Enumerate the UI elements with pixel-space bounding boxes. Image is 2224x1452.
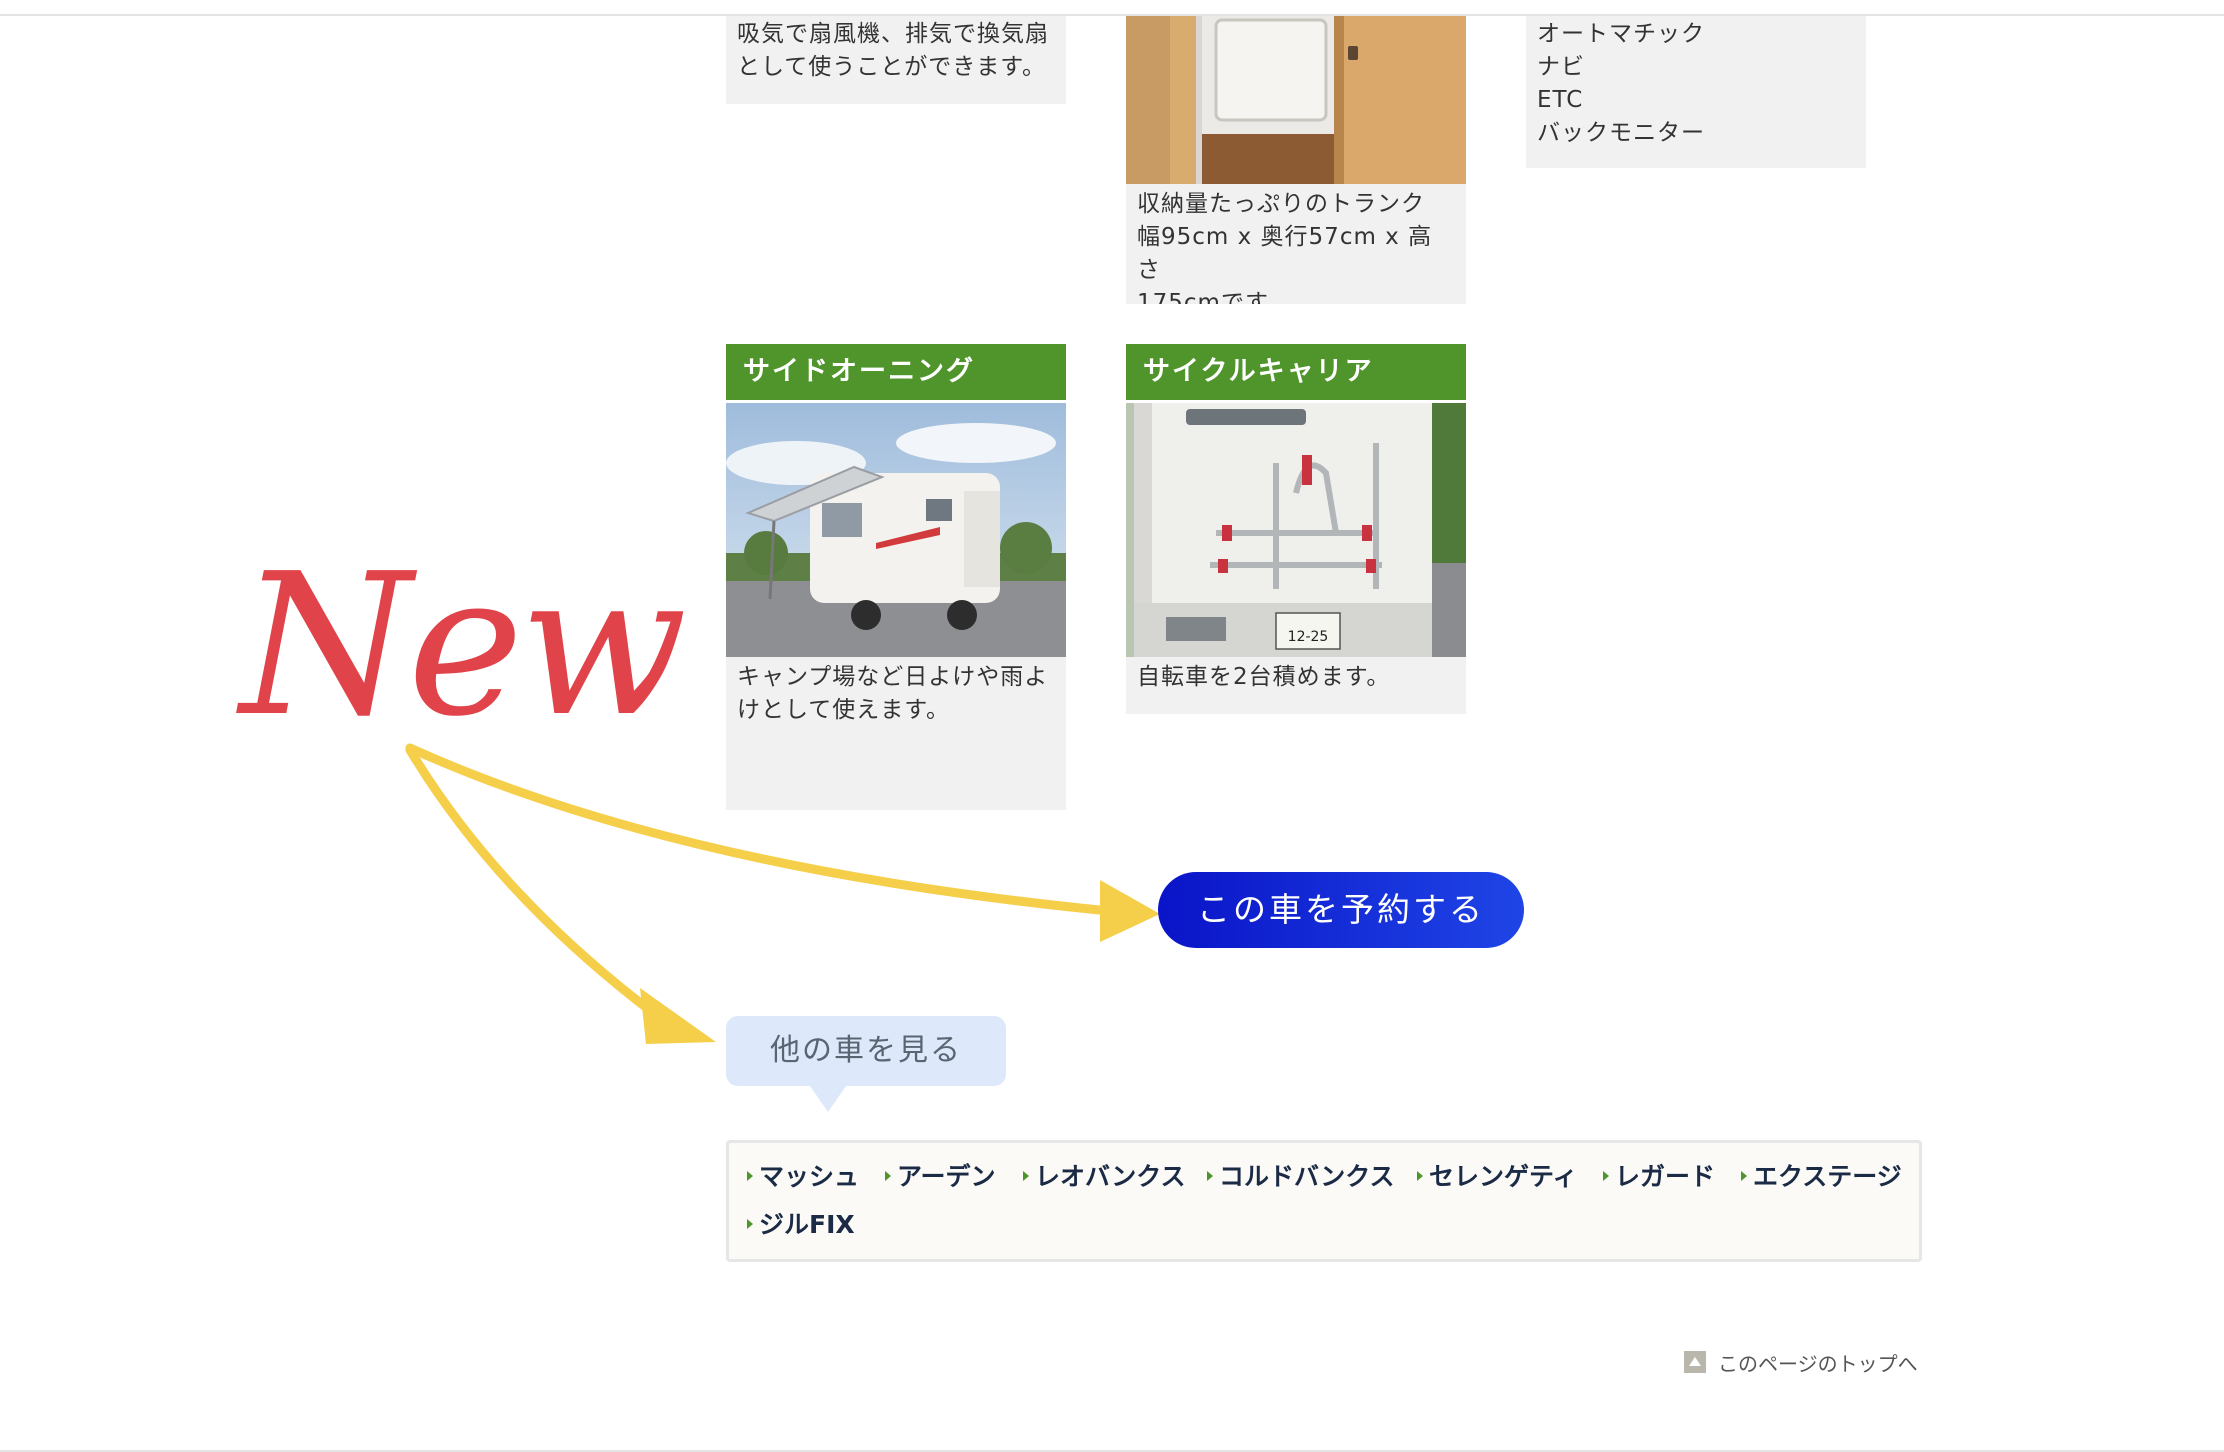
- feature-card-fan: 吸気で扇風機、排気で換気扇 として使うことができます。: [726, 16, 1066, 104]
- bullet-triangle-icon: [747, 1171, 753, 1181]
- equipment-list: オートマチック ナビ ETC バックモニター: [1537, 21, 1705, 146]
- top-divider: [0, 14, 2224, 16]
- cycle-carrier-photo: 12-25: [1126, 403, 1466, 657]
- feature-card-description: キャンプ場など日よけや雨よ けとして使えます。: [737, 664, 1049, 723]
- car-link-arden[interactable]: アーデン: [885, 1157, 996, 1193]
- page: 吸気で扇風機、排気で換気扇 として使うことができます。 収納量たっぷりのトランク…: [0, 0, 2224, 1452]
- bullet-triangle-icon: [1603, 1171, 1609, 1181]
- car-link-serengeti[interactable]: セレンゲティ: [1417, 1157, 1578, 1193]
- equipment-card: オートマチック ナビ ETC バックモニター: [1526, 16, 1866, 168]
- page-top-label: このページのトップへ: [1718, 1351, 1918, 1376]
- feature-card-description: 収納量たっぷりのトランク 幅95cm x 奥行57cm x 高さ 175cmです…: [1137, 191, 1433, 304]
- bullet-triangle-icon: [1023, 1171, 1029, 1181]
- feature-card-awning: サイドオーニング キャンプ場など日よけや雨よ けとして使えます。: [726, 344, 1066, 810]
- car-link-exstage[interactable]: エクステージ: [1741, 1157, 1902, 1193]
- car-link-mash[interactable]: マッシュ: [747, 1157, 859, 1193]
- car-link-leo-bunks[interactable]: レオバンクス: [1023, 1157, 1186, 1193]
- bullet-triangle-icon: [1417, 1171, 1423, 1181]
- arrow-head-to-other-cars-icon: [640, 988, 716, 1044]
- other-cars-tab[interactable]: 他の車を見る: [726, 1016, 1006, 1112]
- feature-card-cycle-carrier: サイクルキャリア 12-25 自転車を2台積めます。: [1126, 344, 1466, 714]
- feature-card-trunk: 収納量たっぷりのトランク 幅95cm x 奥行57cm x 高さ 175cmです…: [1126, 16, 1466, 304]
- other-cars-list: マッシュ アーデン レオバンクス コルドバンクス セレンゲティ レガード エクス…: [726, 1140, 1922, 1262]
- annotation-new-label: New: [240, 532, 687, 760]
- page-top-link[interactable]: このページのトップへ: [1684, 1348, 1918, 1376]
- trunk-photo: [1126, 16, 1466, 184]
- feature-card-title: サイクルキャリア: [1126, 344, 1466, 403]
- bullet-triangle-icon: [1741, 1171, 1747, 1181]
- feature-card-title: サイドオーニング: [726, 344, 1066, 403]
- feature-card-description: 自転車を2台積めます。: [1137, 664, 1391, 690]
- arrow-head-to-reserve-icon: [1100, 880, 1160, 942]
- reserve-car-button[interactable]: この車を予約する: [1158, 872, 1524, 948]
- bullet-triangle-icon: [1207, 1171, 1213, 1181]
- license-plate-number: 12-25: [1288, 629, 1329, 645]
- car-link-cordo-bunks[interactable]: コルドバンクス: [1207, 1157, 1395, 1193]
- car-link-regard[interactable]: レガード: [1603, 1157, 1715, 1193]
- arrow-up-icon: [1684, 1351, 1706, 1373]
- bullet-triangle-icon: [747, 1219, 753, 1229]
- feature-card-description: 吸気で扇風機、排気で換気扇 として使うことができます。: [737, 21, 1049, 80]
- awning-photo: [726, 403, 1066, 657]
- car-link-zil-fix[interactable]: ジルFIX: [747, 1205, 855, 1241]
- bullet-triangle-icon: [885, 1171, 891, 1181]
